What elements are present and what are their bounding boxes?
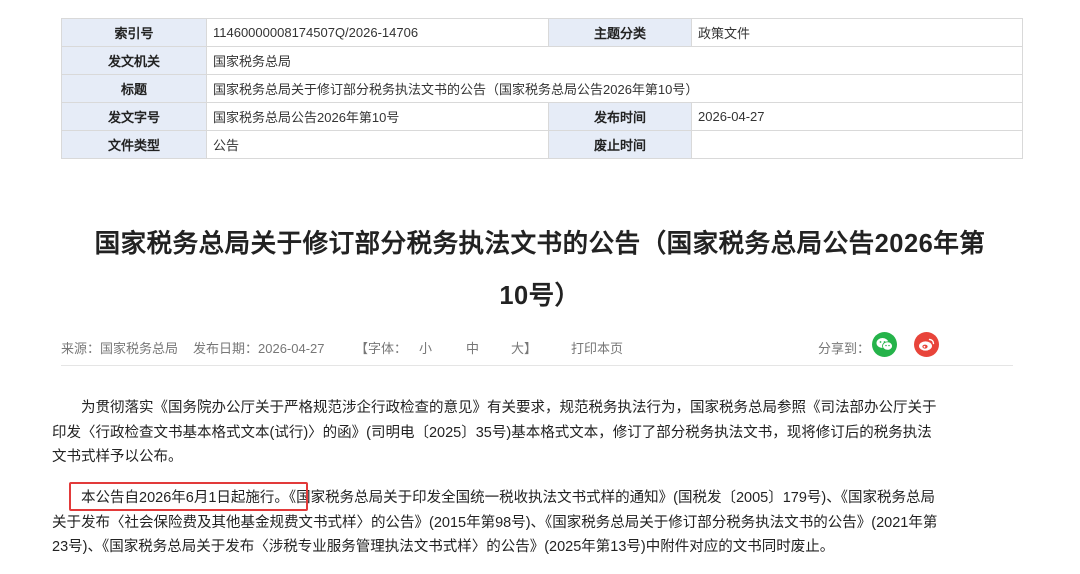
index-value: 11460000008174507Q/2026-14706 (206, 18, 549, 47)
metadata-table: 索引号 11460000008174507Q/2026-14706 主题分类 政… (61, 18, 1023, 159)
highlight-annotation-box (69, 482, 308, 511)
docno-value: 国家税务总局公告2026年第10号 (206, 102, 549, 131)
type-value: 公告 (206, 130, 549, 159)
index-label: 索引号 (61, 18, 207, 47)
paragraph-2-line-rest: 《国家税务总局关于印发全国统一税收执法文书式样的通知》(国税发〔2005〕179… (288, 490, 935, 506)
paragraph-2-line: 关于发布〈社会保险费及其他基金规费文书式样〉的公告》(2015年第98号)、《国… (52, 514, 938, 531)
share-label: 分享到： (818, 341, 871, 356)
issuer-label: 发文机关 (61, 46, 207, 75)
category-label: 主题分类 (548, 18, 692, 47)
issuer-value: 国家税务总局 (206, 46, 1023, 75)
wechat-glyph (876, 338, 893, 351)
title-value: 国家税务总局关于修订部分税务执法文书的公告（国家税务总局公告2026年第10号） (206, 74, 1023, 103)
table-row: 索引号 11460000008174507Q/2026-14706 主题分类 政… (61, 18, 1023, 47)
table-row: 发文字号 国家税务总局公告2026年第10号 发布时间 2026-04-27 (61, 102, 1023, 131)
table-row: 发文机关 国家税务总局 (61, 46, 1023, 75)
source-bar: 来源：国家税务总局 发布日期：2026-04-27 【字体： 小 中 大】 打印… (61, 330, 1013, 366)
repeal-value (691, 130, 1023, 159)
font-large-button[interactable]: 大】 (511, 338, 537, 357)
paragraph-1-line: 为贯彻落实《国务院办公厅关于严格规范涉企行政检查的意见》有关要求，规范税务执法行… (81, 400, 937, 416)
weibo-glyph (919, 338, 935, 351)
category-value: 政策文件 (691, 18, 1023, 47)
source-from: 来源：国家税务总局 (61, 341, 179, 356)
paragraph-2-line: 23号)、《国家税务总局关于发布〈涉税专业服务管理执法文书式样〉的公告》(202… (52, 539, 835, 555)
docno-label: 发文字号 (61, 102, 207, 131)
table-row: 标题 国家税务总局关于修订部分税务执法文书的公告（国家税务总局公告2026年第1… (61, 74, 1023, 103)
page-title: 国家税务总局关于修订部分税务执法文书的公告（国家税务总局公告2026年第 10号… (50, 218, 1030, 322)
page-title-line2: 10号） (499, 282, 581, 310)
page-title-line1: 国家税务总局关于修订部分税务执法文书的公告（国家税务总局公告2026年第 (94, 230, 986, 258)
wechat-icon[interactable] (872, 332, 897, 357)
repeal-label: 废止时间 (548, 130, 692, 159)
source-date: 发布日期：2026-04-27 (193, 341, 325, 356)
type-label: 文件类型 (61, 130, 207, 159)
paragraph-1: 为贯彻落实《国务院办公厅关于严格规范涉企行政检查的意见》有关要求，规范税务执法行… (52, 396, 1002, 470)
paragraph-1-line: 印发〈行政检查文书基本格式文本(试行)〉的函》(司明电〔2025〕35号)基本格… (52, 424, 932, 441)
title-label: 标题 (61, 74, 207, 103)
font-size-label: 【字体： (355, 341, 408, 356)
font-medium-button[interactable]: 中 (466, 338, 479, 357)
print-button[interactable]: 打印本页 (571, 338, 623, 357)
paragraph-1-line: 文书式样予以公布。 (52, 449, 183, 465)
weibo-icon[interactable] (914, 332, 939, 357)
pubdate-label: 发布时间 (548, 102, 692, 131)
table-row: 文件类型 公告 废止时间 (61, 130, 1023, 159)
font-small-button[interactable]: 小 (419, 338, 432, 357)
pubdate-value: 2026-04-27 (691, 102, 1023, 131)
